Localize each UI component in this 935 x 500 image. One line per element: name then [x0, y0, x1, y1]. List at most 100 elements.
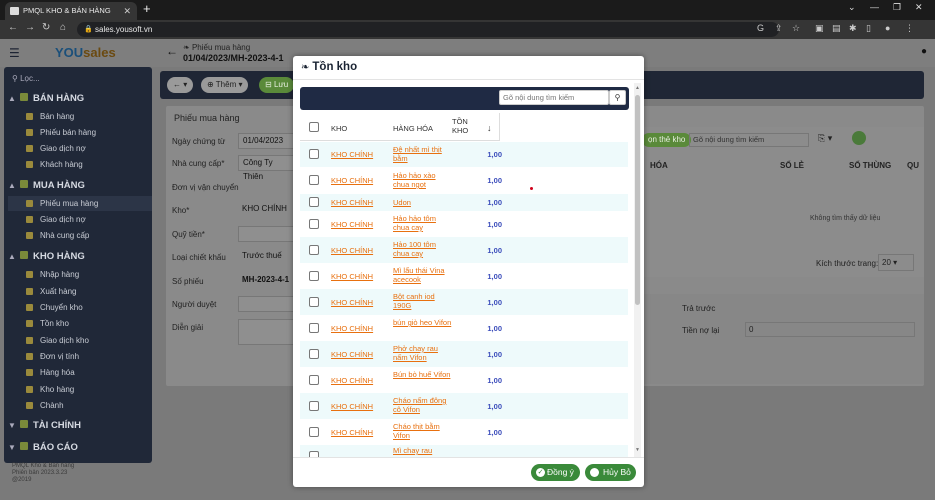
- row-checkbox[interactable]: [309, 219, 319, 229]
- sidebar-item[interactable]: Giao dịch kho: [26, 333, 152, 348]
- row-kho-link[interactable]: KHO CHÍNH: [331, 428, 373, 437]
- row-checkbox[interactable]: [309, 375, 319, 385]
- scroll-thumb[interactable]: [635, 95, 640, 305]
- sidebar-item[interactable]: Chuyển kho: [26, 300, 152, 315]
- sidebar-item[interactable]: Kho hàng: [26, 382, 152, 397]
- row-product-link[interactable]: Bột canh iod 190G: [393, 292, 453, 310]
- table-row[interactable]: KHO CHÍNH Phở chay rau nấm Vifon 1,00: [300, 341, 628, 367]
- row-product-link[interactable]: Hảo 100 tôm chua cay: [393, 240, 453, 258]
- row-checkbox[interactable]: [309, 349, 319, 359]
- row-checkbox[interactable]: [309, 197, 319, 207]
- menu-dots-icon[interactable]: ⋮: [905, 23, 915, 35]
- fund-field[interactable]: [238, 226, 294, 242]
- sidebar-item[interactable]: Tồn kho: [26, 316, 152, 331]
- row-product-link[interactable]: Mì lẩu thái Vina acecook: [393, 266, 453, 284]
- sidebar-item[interactable]: Xuất hàng: [26, 284, 152, 299]
- table-row[interactable]: KHO CHÍNH Bún bò huế Vifon 1,00: [300, 367, 628, 393]
- row-product-link[interactable]: Đệ nhất mì thịt bằm: [393, 145, 453, 163]
- select-card-button[interactable]: ọn thẻ kho: [642, 133, 692, 147]
- table-row[interactable]: KHO CHÍNH Bột canh iod 190G 1,00: [300, 289, 628, 315]
- sidebar-item[interactable]: Nhà cung cấp: [26, 228, 152, 243]
- row-product-link[interactable]: bún giò heo Vifon: [393, 318, 453, 327]
- search-icon[interactable]: ⚲: [609, 90, 626, 105]
- row-product-link[interactable]: Cháo nấm đông cô Vifon: [393, 396, 453, 414]
- row-kho-link[interactable]: KHO CHÍNH: [331, 324, 373, 333]
- scroll-up-icon[interactable]: ▲: [635, 85, 640, 91]
- extension-icon[interactable]: ▣: [815, 23, 825, 35]
- modal-search-input[interactable]: [499, 90, 609, 105]
- page-size-select[interactable]: 20 ▾: [878, 254, 914, 271]
- row-kho-link[interactable]: KHO CHÍNH: [331, 176, 373, 185]
- row-checkbox[interactable]: [309, 401, 319, 411]
- star-icon[interactable]: ☆: [792, 23, 802, 35]
- row-kho-link[interactable]: KHO CHÍNH: [331, 298, 373, 307]
- row-kho-link[interactable]: KHO CHÍNH: [331, 246, 373, 255]
- sidebar-group-ban-hang[interactable]: ▲ BÁN HÀNG: [8, 93, 84, 104]
- items-search-input[interactable]: Gõ nội dung tìm kiếm: [689, 133, 809, 147]
- ok-button[interactable]: ✓ Đồng ý: [531, 464, 580, 481]
- close-tab-icon[interactable]: ✕: [123, 2, 131, 20]
- back-icon[interactable]: ←: [8, 22, 18, 33]
- table-row[interactable]: KHO CHÍNH Hảo hảo tôm chua cay 1,00: [300, 211, 628, 237]
- sidebar-item[interactable]: Đơn vị tính: [26, 349, 152, 364]
- sidebar-group-bao-cao[interactable]: ▼ BÁO CÁO: [8, 442, 78, 453]
- table-row[interactable]: Mì chay rau: [300, 445, 628, 457]
- debt-field[interactable]: 0: [745, 322, 915, 337]
- sort-desc-icon[interactable]: ↓: [487, 123, 492, 133]
- sidepanel-icon[interactable]: ▯: [866, 23, 876, 35]
- table-row[interactable]: KHO CHÍNH Đệ nhất mì thịt bằm 1,00: [300, 142, 628, 167]
- row-checkbox[interactable]: [309, 175, 319, 185]
- share-icon[interactable]: ⇪: [775, 23, 785, 35]
- export-icon[interactable]: ⎘ ▾: [818, 133, 832, 144]
- row-kho-link[interactable]: KHO CHÍNH: [331, 272, 373, 281]
- reload-icon[interactable]: ↻: [42, 22, 50, 33]
- row-product-link[interactable]: Hảo hảo tôm chua cay: [393, 214, 453, 232]
- discount-type-field[interactable]: Trước thuế: [238, 249, 294, 265]
- modal-scrollbar[interactable]: ▲ ▼: [634, 83, 641, 457]
- sidebar-item[interactable]: Hàng hóa: [26, 365, 152, 380]
- date-field[interactable]: 01/04/2023: [238, 133, 294, 149]
- sidebar-item[interactable]: Bán hàng: [26, 109, 152, 124]
- add-button[interactable]: ⊕ Thêm ▾: [201, 77, 249, 93]
- scroll-down-icon[interactable]: ▼: [635, 447, 640, 453]
- supplier-field[interactable]: Công Ty Thiên: [238, 155, 294, 181]
- select-all-checkbox[interactable]: [309, 122, 319, 132]
- hamburger-icon[interactable]: ☰: [9, 46, 20, 60]
- home-icon[interactable]: ⌂: [60, 22, 66, 33]
- table-row[interactable]: KHO CHÍNH Mì lẩu thái Vina acecook 1,00: [300, 263, 628, 289]
- profile-avatar-icon[interactable]: ●: [885, 23, 895, 35]
- table-row[interactable]: KHO CHÍNH Udon 1,00: [300, 194, 628, 211]
- row-checkbox[interactable]: [309, 245, 319, 255]
- url-bar[interactable]: 🔒 sales.yousoft.vn: [77, 22, 779, 37]
- warehouse-field[interactable]: KHO CHÍNH: [238, 202, 294, 218]
- extension2-icon[interactable]: ▤: [832, 23, 842, 35]
- new-tab-icon[interactable]: +: [143, 1, 151, 16]
- row-product-link[interactable]: Bún bò huế Vifon: [393, 370, 453, 379]
- sidebar-group-kho-hang[interactable]: ▲ KHO HÀNG: [8, 251, 85, 262]
- google-icon[interactable]: G: [757, 23, 767, 35]
- row-product-link[interactable]: Udon: [393, 198, 453, 207]
- col-kho[interactable]: KHO: [331, 124, 347, 133]
- refresh-icon[interactable]: [852, 131, 866, 145]
- row-kho-link[interactable]: KHO CHÍNH: [331, 350, 373, 359]
- user-icon[interactable]: ●: [921, 46, 927, 57]
- row-kho-link[interactable]: KHO CHÍNH: [331, 376, 373, 385]
- approver-field[interactable]: [238, 296, 294, 312]
- sidebar-group-tai-chinh[interactable]: ▼ TÀI CHÍNH: [8, 420, 81, 431]
- sidebar-item-active[interactable]: Phiếu mua hàng: [8, 196, 152, 211]
- sidebar-item[interactable]: Chành: [26, 398, 152, 413]
- sidebar-group-mua-hang[interactable]: ▲ MUA HÀNG: [8, 180, 85, 191]
- close-window-icon[interactable]: ✕: [915, 2, 923, 13]
- chevron-down-icon[interactable]: ⌄: [848, 2, 856, 13]
- minimize-icon[interactable]: —: [870, 2, 879, 12]
- row-kho-link[interactable]: KHO CHÍNH: [331, 220, 373, 229]
- col-hang-hoa[interactable]: HÀNG HÓA: [393, 124, 433, 133]
- puzzle-icon[interactable]: ✱: [849, 23, 859, 35]
- row-checkbox[interactable]: [309, 297, 319, 307]
- row-kho-link[interactable]: KHO CHÍNH: [331, 402, 373, 411]
- back-arrow-icon[interactable]: ←: [166, 44, 178, 58]
- sidebar-item[interactable]: Phiếu bán hàng: [26, 125, 152, 140]
- forward-icon[interactable]: →: [25, 22, 35, 33]
- row-checkbox[interactable]: [309, 271, 319, 281]
- row-kho-link[interactable]: KHO CHÍNH: [331, 198, 373, 207]
